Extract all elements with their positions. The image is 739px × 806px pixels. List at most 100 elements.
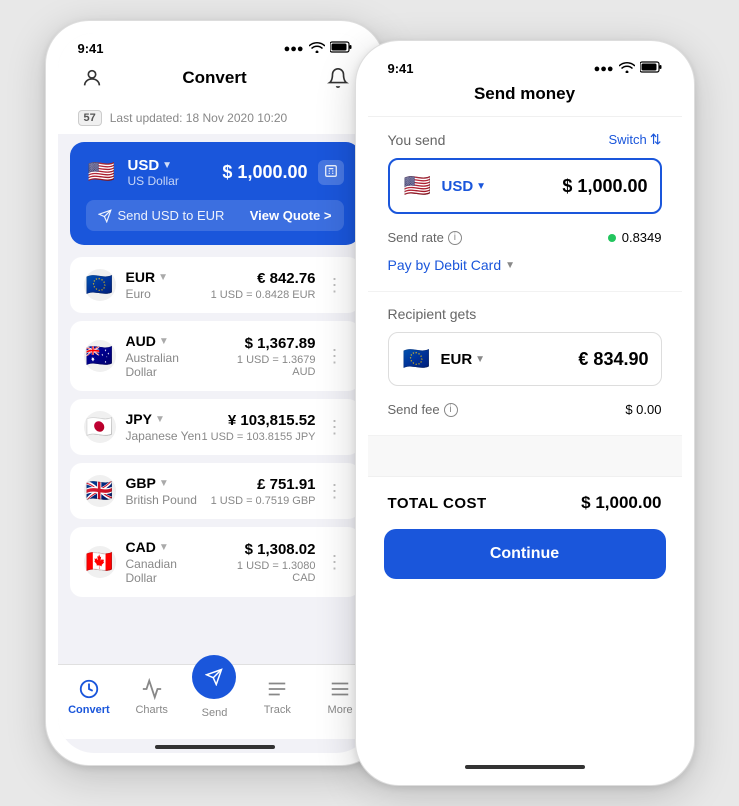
more-dots-jpy[interactable]: ⋮ [324,417,346,438]
send-rate-info-icon[interactable]: i [448,231,462,245]
currency-selector-eur[interactable]: 🇪🇺 EUR ▼ [401,343,486,375]
status-bar-2: 9:41 ●●● [368,53,682,80]
flag-usd-send: 🇺🇸 [402,170,434,202]
currency-item[interactable]: 🇯🇵 JPY ▼ Japanese Yen ¥ 103,815.52 1 USD… [70,399,360,455]
currency-item[interactable]: 🇨🇦 CAD ▼ Canadian Dollar $ 1,308.02 1 US… [70,527,360,597]
send-usd-label: Send USD to EUR [98,208,225,223]
more-tab-icon [327,676,353,702]
you-send-input-row[interactable]: 🇺🇸 USD ▼ $ 1,000.00 [388,158,662,214]
phone-convert: 9:41 ●●● [45,20,385,766]
flag-usd-main: 🇺🇸 [86,156,118,188]
pay-by-row[interactable]: Pay by Debit Card ▼ [388,251,662,279]
main-currency-card[interactable]: 🇺🇸 USD ▼ US Dollar $ 1,000. [70,142,360,245]
home-indicator-2 [465,765,585,769]
currency-item-right: £ 751.91 1 USD = 0.7519 GBP ⋮ [211,476,346,507]
send-rate-label: Send rate i [388,230,462,245]
currency-name-gbp: British Pound [126,493,197,507]
send-fee-value: $ 0.00 [625,402,661,417]
tab-send[interactable]: Send [183,673,246,719]
phone-send-money: 9:41 ●●● [355,40,695,786]
convert-tab-icon [76,676,102,702]
charts-tab-label: Charts [135,704,167,716]
rate-aud: 1 USD = 1.3679 AUD [212,354,315,378]
flag-cad: 🇨🇦 [84,546,116,578]
currency-item-left: 🇦🇺 AUD ▼ Australian Dollar [84,333,213,379]
more-dots-eur[interactable]: ⋮ [324,275,346,296]
tab-convert[interactable]: Convert [58,676,121,716]
time-2: 9:41 [388,61,414,76]
send-fee-row: Send fee i $ 0.00 [388,396,662,423]
recipient-amount: € 834.90 [578,349,648,370]
flag-eur: 🇪🇺 [84,269,116,301]
send-fee-info-icon[interactable]: i [444,403,458,417]
currency-code-cad: CAD ▼ [126,539,212,555]
currency-item-left: 🇯🇵 JPY ▼ Japanese Yen [84,411,201,443]
battery-icon [330,41,352,56]
total-cost-value: $ 1,000.00 [581,493,661,513]
rate-gbp: 1 USD = 0.7519 GBP [211,495,316,507]
more-tab-label: More [328,704,353,716]
wifi-icon-2 [619,61,635,76]
currency-code-eur: EUR ▼ [126,269,168,285]
currency-name-aud: Australian Dollar [126,351,213,379]
convert-content: 🇺🇸 USD ▼ US Dollar $ 1,000. [58,142,372,664]
more-dots-cad[interactable]: ⋮ [324,552,346,573]
amount-gbp: £ 751.91 [211,476,316,493]
send-tab-label: Send [202,707,228,719]
recipient-input-row[interactable]: 🇪🇺 EUR ▼ € 834.90 [388,332,662,386]
send-money-header: Send money [368,80,682,117]
view-quote-btn[interactable]: View Quote > [250,208,332,223]
currency-item-right: $ 1,367.89 1 USD = 1.3679 AUD ⋮ [212,335,345,378]
flag-aud: 🇦🇺 [84,340,116,372]
send-amount-input[interactable]: $ 1,000.00 [562,176,647,197]
currency-item-right: $ 1,308.02 1 USD = 1.3080 CAD ⋮ [211,541,345,584]
signal-icon-2: ●●● [594,63,614,75]
flag-jpy: 🇯🇵 [84,411,116,443]
rate-jpy: 1 USD = 103.8155 JPY [201,431,315,443]
status-icons-1: ●●● [284,41,352,56]
currency-code-aud: AUD ▼ [126,333,213,349]
flag-eur-recipient: 🇪🇺 [401,343,433,375]
status-icons-2: ●●● [594,61,662,76]
track-tab-icon [264,676,290,702]
amount-cad: $ 1,308.02 [211,541,315,558]
rate-cad: 1 USD = 1.3080 CAD [211,560,315,584]
rate-eur: 1 USD = 0.8428 EUR [211,289,316,301]
you-send-section: You send Switch ⇅ 🇺🇸 USD [368,117,682,292]
tab-charts[interactable]: Charts [120,676,183,716]
update-badge: 57 [78,110,102,126]
convert-tab-label: Convert [68,704,110,716]
recipient-gets-label: Recipient gets [388,306,662,322]
currency-item[interactable]: 🇪🇺 EUR ▼ Euro € 842.76 1 USD = 0.8428 EU… [70,257,360,313]
main-currency-name: US Dollar [128,174,179,188]
currency-item[interactable]: 🇬🇧 GBP ▼ British Pound £ 751.91 1 USD = … [70,463,360,519]
switch-button[interactable]: Switch ⇅ [608,131,661,148]
currency-list: 🇪🇺 EUR ▼ Euro € 842.76 1 USD = 0.8428 EU… [70,257,360,597]
home-indicator-1 [155,745,275,749]
eur-code-recipient: EUR ▼ [441,351,486,368]
convert-header: Convert [58,60,372,104]
last-updated-bar: 57 Last updated: 18 Nov 2020 10:20 [58,104,372,134]
send-rate-row: Send rate i 0.8349 [388,224,662,251]
calculator-icon[interactable] [318,160,344,185]
currency-item-left: 🇪🇺 EUR ▼ Euro [84,269,168,301]
convert-title: Convert [106,68,324,88]
currency-item-right: € 842.76 1 USD = 0.8428 EUR ⋮ [211,270,346,301]
amount-aud: $ 1,367.89 [212,335,315,352]
currency-name-eur: Euro [126,287,168,301]
pay-by-chevron-icon: ▼ [505,260,515,271]
amount-jpy: ¥ 103,815.52 [201,412,315,429]
currency-selector-usd[interactable]: 🇺🇸 USD ▼ [402,170,487,202]
send-money-content: You send Switch ⇅ 🇺🇸 USD [368,117,682,759]
send-rate-value: 0.8349 [608,230,662,245]
more-dots-gbp[interactable]: ⋮ [324,481,346,502]
send-quote-row[interactable]: Send USD to EUR View Quote > [86,200,344,231]
currency-item[interactable]: 🇦🇺 AUD ▼ Australian Dollar $ 1,367.89 1 … [70,321,360,391]
continue-button[interactable]: Continue [384,529,666,579]
user-icon[interactable] [78,64,106,92]
bell-icon[interactable] [324,64,352,92]
amount-eur: € 842.76 [211,270,316,287]
more-dots-aud[interactable]: ⋮ [324,346,346,367]
usd-code-send: USD ▼ [442,178,487,195]
tab-track[interactable]: Track [246,676,309,716]
